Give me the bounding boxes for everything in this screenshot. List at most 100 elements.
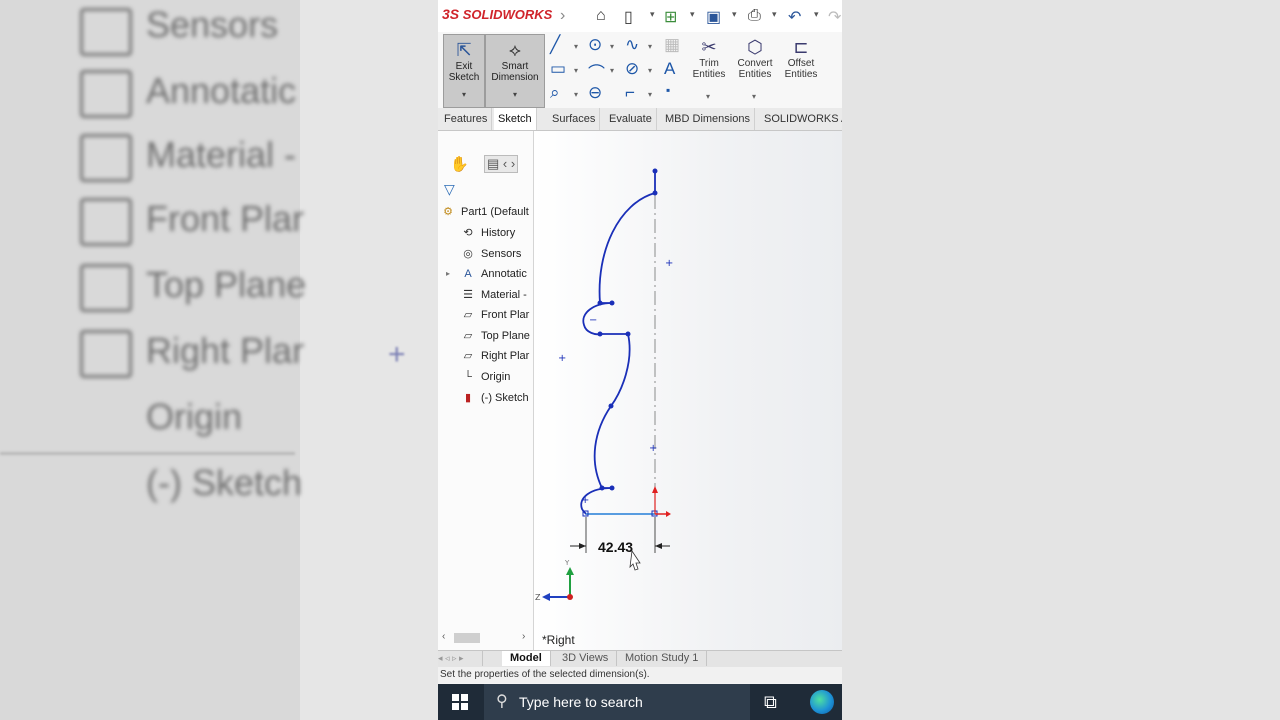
tab-sketch[interactable]: Sketch (494, 108, 537, 130)
point-tool-icon[interactable]: ▪ (666, 83, 670, 97)
solidworks-window: 3S SOLIDWORKS › ⌂ ▯ ▾ ⊞ ▾ ▣ ▾ ⎙ ▾ ↶ ▾ ↷ … (438, 0, 842, 720)
text-tool-icon[interactable]: A (664, 59, 675, 79)
tab-features[interactable]: Features (440, 108, 493, 130)
history-icon: ⟲ (463, 227, 473, 240)
chevron-down-icon[interactable]: ▾ (444, 89, 484, 100)
rectangle-tool-icon[interactable]: ▭ (550, 59, 566, 79)
offset-entities-button[interactable]: ⊏ Offset Entities (778, 36, 824, 80)
sketch-icon: ▮ (464, 392, 472, 405)
scroll-right-icon[interactable]: › (522, 631, 525, 642)
line-tool-icon[interactable]: ╱ (550, 35, 560, 55)
tab-motion-study-1[interactable]: Motion Study 1 (617, 651, 708, 666)
chevron-down-icon[interactable]: ▾ (772, 9, 777, 20)
sketch-point (608, 403, 614, 409)
tab-mbd-dimensions[interactable]: MBD Dimensions (661, 108, 755, 130)
tree-item-origin[interactable]: └ Origin (460, 367, 510, 387)
offset-icon: ⊏ (793, 37, 809, 57)
menu-arrow-icon[interactable]: › (560, 7, 565, 25)
tab-surfaces[interactable]: Surfaces (548, 108, 601, 130)
ellipse-tool-icon[interactable]: ⊘ (625, 59, 639, 79)
property-manager-tab-icon[interactable]: ▤ ‹ › (484, 155, 519, 173)
chevron-down-icon[interactable]: ▾ (648, 90, 652, 99)
sketch-canvas[interactable]: + − + + + 42.43 Y Z (534, 131, 842, 650)
tree-item-sensors[interactable]: ◎ Sensors (460, 244, 521, 264)
chevron-down-icon[interactable]: ▾ (574, 42, 578, 51)
model-tab-scroll-arrows[interactable]: ◂ ◃ ▹ ▸ (438, 651, 483, 666)
tree-item-front-plane[interactable]: ▱ Front Plar (460, 305, 530, 325)
bg-divider (0, 452, 295, 455)
print-icon[interactable]: ⎙ (748, 7, 761, 25)
tree-item-history[interactable]: ⟲ History (460, 223, 515, 243)
chevron-down-icon[interactable]: ▾ (732, 9, 737, 20)
chevron-down-icon[interactable]: ▾ (486, 89, 544, 100)
feature-manager-tree: ✋ ▤ ‹ › ▽ ⚙ Part1 (Default ⟲ History ◎ Sens… (438, 131, 534, 650)
graphics-area[interactable]: + − + + + 42.43 Y Z *Right (534, 131, 842, 650)
sketch-point (652, 168, 658, 174)
tree-item-sketch[interactable]: ▮ (-) Sketch (460, 388, 529, 408)
feature-manager-tab-icon[interactable]: ✋ (450, 155, 469, 173)
chevron-down-icon[interactable]: ▾ (610, 66, 614, 75)
filter-icon[interactable]: ▽ (444, 181, 455, 198)
triad-origin (567, 594, 573, 600)
chevron-down-icon[interactable]: ▾ (574, 66, 578, 75)
exit-sketch-icon: ⇱ (456, 40, 472, 60)
chevron-down-icon[interactable]: ▾ (814, 9, 819, 20)
scroll-thumb[interactable] (454, 633, 480, 643)
smart-dimension-button[interactable]: ⟡ Smart Dimension ▾ (485, 34, 545, 108)
sketch-point (597, 300, 603, 306)
tab-solidworks-addins[interactable]: SOLIDWORKS A (760, 108, 842, 130)
title-bar: 3S SOLIDWORKS › ⌂ ▯ ▾ ⊞ ▾ ▣ ▾ ⎙ ▾ ↶ ▾ ↷ (438, 0, 842, 33)
tree-item-annotations[interactable]: A Annotatic (460, 264, 527, 284)
task-view-icon[interactable]: ⧉ (764, 692, 777, 713)
chevron-down-icon[interactable]: ▾ (690, 9, 695, 20)
windows-start-icon[interactable] (452, 694, 468, 710)
tree-horizontal-scrollbar[interactable]: ‹ › (442, 631, 528, 644)
origin-y-arrowhead (652, 486, 658, 493)
arc-tool-icon[interactable]: ⌒ (588, 59, 605, 84)
tab-evaluate[interactable]: Evaluate (605, 108, 657, 130)
chevron-down-icon[interactable]: ▾ (650, 9, 655, 20)
exit-sketch-button[interactable]: ⇱ Exit Sketch ▾ (443, 34, 485, 108)
chevron-down-icon[interactable]: ▾ (752, 92, 756, 101)
trim-entities-button[interactable]: ✂ Trim Entities (686, 36, 732, 80)
bg-plane-icon (80, 330, 132, 378)
tab-model[interactable]: Model (502, 651, 551, 666)
tree-item-material[interactable]: ☰ Material - (460, 285, 527, 305)
sketch-fillet-icon[interactable]: ⌐ (625, 83, 635, 103)
bg-material-icon (80, 134, 132, 182)
save-icon[interactable]: ▣ (706, 7, 721, 27)
tab-3d-views[interactable]: 3D Views (554, 651, 618, 666)
chevron-down-icon[interactable]: ▾ (648, 66, 652, 75)
expand-arrow-icon[interactable]: ▸ (446, 269, 450, 278)
command-tabs: Features Sketch Surfaces Evaluate MBD Di… (438, 108, 842, 131)
chevron-down-icon[interactable]: ▾ (706, 92, 710, 101)
chevron-down-icon[interactable]: ▾ (610, 42, 614, 51)
new-document-icon[interactable]: ▯ (624, 7, 633, 27)
dimension-value[interactable]: 42.43 (598, 539, 633, 555)
scroll-left-icon[interactable]: ‹ (442, 631, 445, 642)
circle-tool-icon[interactable]: ⊙ (588, 35, 602, 55)
windows-taskbar: ⚲ Type here to search ⧉ (438, 684, 842, 720)
chevron-down-icon[interactable]: ▾ (574, 90, 578, 99)
open-folder-icon[interactable]: ⊞ (664, 7, 677, 27)
bg-sensors-icon (80, 8, 132, 56)
tree-root-label: Part1 (Default (461, 206, 529, 218)
tree-item-top-plane[interactable]: ▱ Top Plane (460, 326, 530, 346)
convert-entities-button[interactable]: ⬡ Convert Entities (732, 36, 778, 80)
taskbar-search-box[interactable]: ⚲ Type here to search (484, 684, 750, 720)
sketch-point (652, 190, 658, 196)
spline-tool-icon[interactable]: ∿ (625, 35, 639, 55)
bg-tree-item: Origin (146, 396, 243, 437)
status-bar: Set the properties of the selected dimen… (438, 667, 842, 683)
redo-icon[interactable]: ↷ (828, 7, 841, 27)
disabled-tool-icon[interactable]: ▦ (664, 35, 680, 55)
fillet-tool-icon[interactable]: ⌕ (550, 83, 560, 103)
chevron-down-icon[interactable]: ▾ (648, 42, 652, 51)
trim-entities-label: Trim Entities (692, 58, 726, 80)
undo-icon[interactable]: ↶ (788, 7, 801, 27)
home-icon[interactable]: ⌂ (596, 7, 606, 25)
tree-root-part[interactable]: ⚙ Part1 (Default (440, 202, 529, 222)
polygon-tool-icon[interactable]: ⊖ (588, 83, 602, 103)
tree-item-right-plane[interactable]: ▱ Right Plar (460, 346, 530, 366)
edge-browser-icon[interactable] (810, 690, 834, 714)
